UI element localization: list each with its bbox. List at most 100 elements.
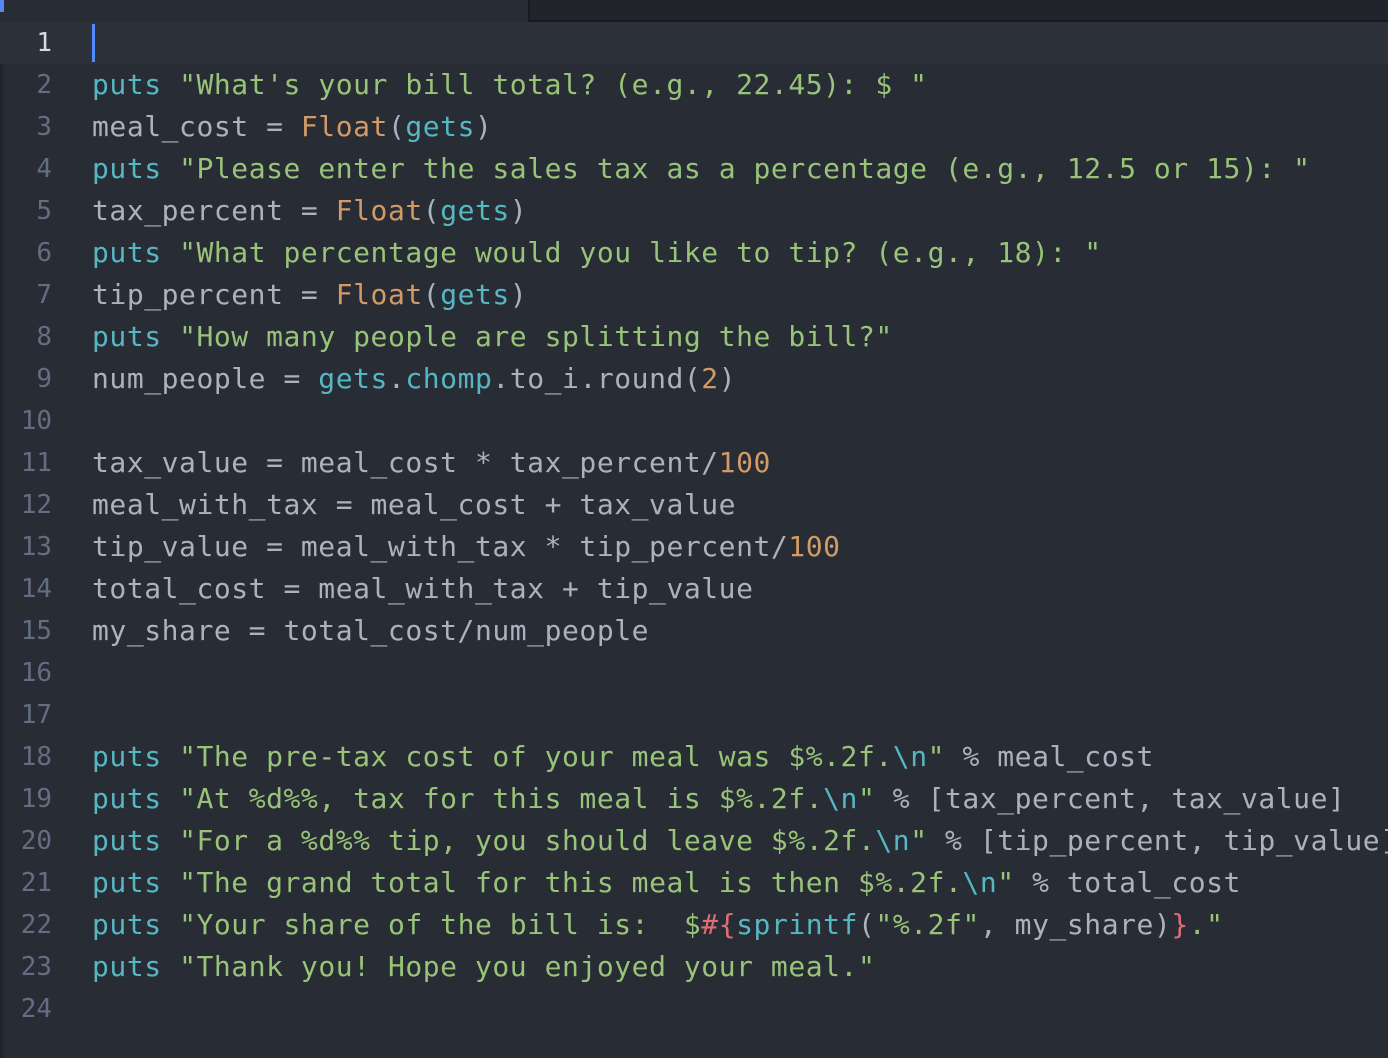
code-text[interactable]: meal_cost = Float(gets) xyxy=(92,106,492,148)
code-token: ( xyxy=(422,194,441,227)
code-text[interactable]: tip_percent = Float(gets) xyxy=(92,274,527,316)
code-text[interactable]: puts "What percentage would you like to … xyxy=(92,232,1102,274)
line-number: 4 xyxy=(36,154,52,184)
tab-bar xyxy=(0,0,1388,22)
code-text[interactable]: puts "Your share of the bill is: $#{spri… xyxy=(92,904,1224,946)
code-line[interactable]: 11 tax_value = meal_cost * tax_percent/10… xyxy=(0,442,1388,484)
code-token: \n xyxy=(962,866,998,899)
code-token: meal_with_tax = meal_cost + tax_value xyxy=(92,488,737,521)
code-token: "The pre-tax cost of your meal was $%.2f… xyxy=(179,740,893,773)
code-token: tax_percent = xyxy=(92,194,336,227)
code-line[interactable]: 4 puts "Please enter the sales tax as a p… xyxy=(0,148,1388,190)
code-token: total_cost = meal_with_tax + tip_value xyxy=(92,572,754,605)
code-text[interactable]: puts "At %d%%, tax for this meal is $%.2… xyxy=(92,778,1345,820)
line-number: 1 xyxy=(36,28,52,58)
code-token: "Thank you! Hope you enjoyed your meal." xyxy=(179,950,876,983)
code-line[interactable]: 13 tip_value = meal_with_tax * tip_percen… xyxy=(0,526,1388,568)
code-token: "%.2f" xyxy=(875,908,980,941)
tab-active[interactable] xyxy=(0,0,528,22)
code-token: ( xyxy=(422,278,441,311)
line-number: 16 xyxy=(20,658,52,688)
line-number: 12 xyxy=(20,490,52,520)
code-token: % [tax_percent, tax_value] xyxy=(875,782,1346,815)
code-line[interactable]: 2 puts "What's your bill total? (e.g., 22… xyxy=(0,64,1388,106)
code-line[interactable]: 16 xyxy=(0,652,1388,694)
code-token: ) xyxy=(509,194,528,227)
code-token: 100 xyxy=(788,530,841,563)
code-line[interactable]: 10 xyxy=(0,400,1388,442)
code-text[interactable]: puts "For a %d%% tip, you should leave $… xyxy=(92,820,1388,862)
code-text[interactable]: puts "The pre-tax cost of your meal was … xyxy=(92,736,1154,778)
code-text[interactable]: puts "How many people are splitting the … xyxy=(92,316,893,358)
code-token: ." xyxy=(1188,908,1224,941)
code-token: gets xyxy=(405,110,475,143)
code-token: ) xyxy=(718,362,737,395)
code-token: 2 xyxy=(701,362,719,395)
code-token: puts xyxy=(92,152,162,185)
code-text[interactable]: num_people = gets.chomp.to_i.round(2) xyxy=(92,358,736,400)
code-text[interactable]: puts "The grand total for this meal is t… xyxy=(92,862,1241,904)
code-line[interactable]: 7 tip_percent = Float(gets) xyxy=(0,274,1388,316)
code-token: puts xyxy=(92,68,162,101)
code-editor[interactable]: 1 2 puts "What's your bill total? (e.g., 2… xyxy=(0,22,1388,1058)
code-token: "What percentage would you like to tip? … xyxy=(179,236,1102,269)
code-token: chomp xyxy=(405,362,493,395)
code-text[interactable]: tip_value = meal_with_tax * tip_percent/… xyxy=(92,526,841,568)
code-text[interactable]: total_cost = meal_with_tax + tip_value xyxy=(92,568,753,610)
code-token: "At %d%%, tax for this meal is $%.2f. xyxy=(179,782,824,815)
line-number: 15 xyxy=(20,616,52,646)
code-text[interactable]: my_share = total_cost/num_people xyxy=(92,610,649,652)
tab-divider xyxy=(528,0,530,22)
line-number: 9 xyxy=(36,364,52,394)
line-number: 14 xyxy=(20,574,52,604)
code-token: tip_percent = xyxy=(92,278,336,311)
code-text[interactable]: tax_value = meal_cost * tax_percent/100 xyxy=(92,442,771,484)
code-line[interactable]: 19 puts "At %d%%, tax for this meal is $%… xyxy=(0,778,1388,820)
line-number: 23 xyxy=(20,952,52,982)
code-line[interactable]: 17 xyxy=(0,694,1388,736)
code-line[interactable]: 14 total_cost = meal_with_tax + tip_value xyxy=(0,568,1388,610)
code-text[interactable]: puts "What's your bill total? (e.g., 22.… xyxy=(92,64,928,106)
code-line[interactable]: 20 puts "For a %d%% tip, you should leave… xyxy=(0,820,1388,862)
code-token: "Your share of the bill is: $ xyxy=(179,908,702,941)
code-text[interactable]: puts "Thank you! Hope you enjoyed your m… xyxy=(92,946,875,988)
text-cursor xyxy=(92,24,95,62)
code-token: "The grand total for this meal is then $… xyxy=(179,866,963,899)
code-token: gets xyxy=(318,362,388,395)
code-text[interactable]: tax_percent = Float(gets) xyxy=(92,190,527,232)
code-token: ) xyxy=(509,278,528,311)
code-token: \n xyxy=(875,824,911,857)
code-token: Float xyxy=(335,278,423,311)
code-line[interactable]: 1 xyxy=(0,22,1388,64)
code-token: puts xyxy=(92,908,162,941)
line-number: 24 xyxy=(20,994,52,1024)
code-line[interactable]: 3 meal_cost = Float(gets) xyxy=(0,106,1388,148)
code-line[interactable]: 6 puts "What percentage would you like to… xyxy=(0,232,1388,274)
code-line[interactable]: 21 puts "The grand total for this meal is… xyxy=(0,862,1388,904)
code-line[interactable]: 5 tax_percent = Float(gets) xyxy=(0,190,1388,232)
code-line[interactable]: 9 num_people = gets.chomp.to_i.round(2) xyxy=(0,358,1388,400)
code-line[interactable]: 23 puts "Thank you! Hope you enjoyed your… xyxy=(0,946,1388,988)
code-token: gets xyxy=(440,278,510,311)
code-line[interactable]: 12 meal_with_tax = meal_cost + tax_value xyxy=(0,484,1388,526)
code-token: . xyxy=(387,362,406,395)
code-text[interactable]: puts "Please enter the sales tax as a pe… xyxy=(92,148,1311,190)
code-text[interactable]: meal_with_tax = meal_cost + tax_value xyxy=(92,484,736,526)
code-line[interactable]: 18 puts "The pre-tax cost of your meal wa… xyxy=(0,736,1388,778)
code-line[interactable]: 15 my_share = total_cost/num_people xyxy=(0,610,1388,652)
code-line[interactable]: 24 xyxy=(0,988,1388,1030)
line-number: 10 xyxy=(20,406,52,436)
code-line[interactable]: 8 puts "How many people are splitting the… xyxy=(0,316,1388,358)
code-line[interactable]: 22 puts "Your share of the bill is: $#{sp… xyxy=(0,904,1388,946)
code-token: % [tip_percent, tip_value] xyxy=(927,824,1388,857)
code-token: ) xyxy=(475,110,493,143)
line-number: 22 xyxy=(20,910,52,940)
